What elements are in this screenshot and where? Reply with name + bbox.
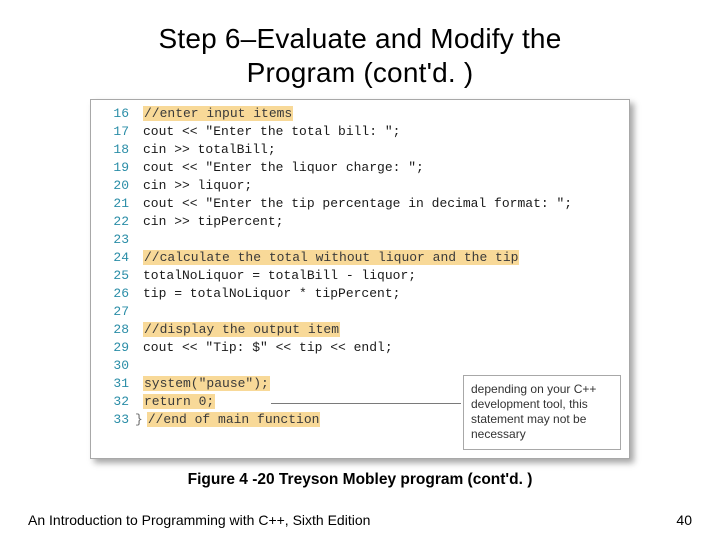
code-line: cout << "Enter the tip percentage in dec… <box>129 196 572 211</box>
line-number: 21 <box>101 196 129 211</box>
footer-book-title: An Introduction to Programming with C++,… <box>28 512 370 528</box>
code-listing: 16//enter input items 17cout << "Enter t… <box>90 99 630 459</box>
figure-caption: Figure 4 -20 Treyson Mobley program (con… <box>0 471 720 489</box>
callout-connector <box>271 403 461 404</box>
line-number: 22 <box>101 214 129 229</box>
line-number: 24 <box>101 250 129 265</box>
line-number: 33 <box>101 412 129 427</box>
line-number: 32 <box>101 394 129 409</box>
line-number: 16 <box>101 106 129 121</box>
code-line: cout << "Enter the total bill: "; <box>129 124 400 139</box>
line-number: 18 <box>101 142 129 157</box>
title-line-2: Program (cont'd. ) <box>247 57 474 88</box>
code-line: cin >> tipPercent; <box>129 214 283 229</box>
closing-brace: } <box>135 412 147 427</box>
code-line: cin >> liquor; <box>129 178 252 193</box>
code-line: tip = totalNoLiquor * tipPercent; <box>129 286 400 301</box>
slide-page: Step 6–Evaluate and Modify the Program (… <box>0 0 720 540</box>
code-line: cout << "Tip: $" << tip << endl; <box>129 340 393 355</box>
code-line: return 0; <box>129 394 215 409</box>
line-number: 19 <box>101 160 129 175</box>
code-line: //calculate the total without liquor and… <box>129 250 519 265</box>
line-number: 31 <box>101 376 129 391</box>
line-number: 29 <box>101 340 129 355</box>
line-number: 20 <box>101 178 129 193</box>
callout-note: depending on your C++ development tool, … <box>463 375 621 450</box>
code-line: //enter input items <box>129 106 293 121</box>
footer-page-number: 40 <box>676 512 692 528</box>
code-line: cin >> totalBill; <box>129 142 276 157</box>
slide-title: Step 6–Evaluate and Modify the Program (… <box>0 22 720 89</box>
code-line: system("pause"); <box>129 376 270 391</box>
line-number: 27 <box>101 304 129 319</box>
line-number: 23 <box>101 232 129 247</box>
code-line: }//end of main function <box>129 412 320 427</box>
line-number: 17 <box>101 124 129 139</box>
line-number: 30 <box>101 358 129 373</box>
title-line-1: Step 6–Evaluate and Modify the <box>159 23 562 54</box>
code-line: totalNoLiquor = totalBill - liquor; <box>129 268 416 283</box>
footer: An Introduction to Programming with C++,… <box>28 512 692 528</box>
line-number: 26 <box>101 286 129 301</box>
line-number: 28 <box>101 322 129 337</box>
code-line: cout << "Enter the liquor charge: "; <box>129 160 424 175</box>
code-line: //display the output item <box>129 322 340 337</box>
line-number: 25 <box>101 268 129 283</box>
